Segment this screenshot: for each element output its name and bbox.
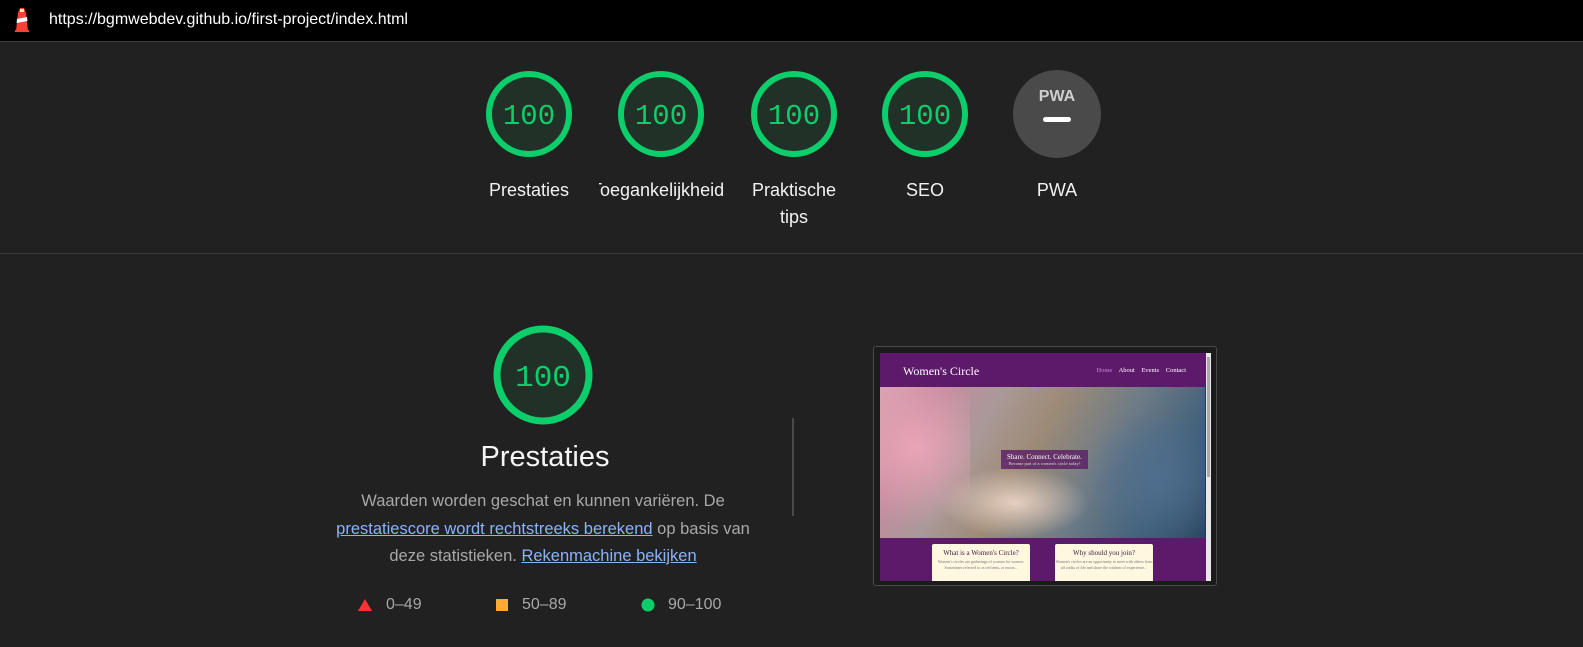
- legend-fail: 0–49: [357, 596, 422, 614]
- category-score: 100: [515, 361, 571, 396]
- page-url-link[interactable]: https://bgmwebdev.github.io/first-projec…: [49, 11, 408, 29]
- hero-caption: Share. Connect. Celebrate. Become part o…: [1001, 450, 1088, 469]
- gauge-score: 100: [503, 100, 555, 133]
- score-legend: 0–49 50–89 90–100: [357, 596, 757, 616]
- score-ring: 100: [751, 71, 837, 157]
- legend-pass: 90–100: [641, 596, 721, 614]
- gauge-label: PWA: [1036, 180, 1078, 200]
- description-text: Waarden worden geschat en kunnen variëre…: [361, 492, 725, 510]
- calculator-link[interactable]: Rekenmachine bekijken: [521, 547, 696, 565]
- gauge-performance[interactable]: 100 Prestaties: [467, 70, 591, 204]
- legend-range: 0–49: [386, 596, 422, 613]
- legend-range: 50–89: [522, 596, 567, 613]
- screenshot-image: Women's Circle Home About Events Contact…: [880, 353, 1211, 581]
- performance-score-gauge: 100: [493, 325, 593, 425]
- gauge-seo[interactable]: 100 SEO: [863, 70, 987, 204]
- score-ring: 100: [618, 71, 704, 157]
- gauge-label: Prestaties: [488, 180, 570, 200]
- screenshot-scrollbar: [1206, 353, 1211, 581]
- gauge-score: 100: [899, 100, 951, 133]
- screenshot-nav-links: Home About Events Contact: [1096, 367, 1186, 374]
- score-calculation-link[interactable]: prestatiescore wordt rechtstreeks bereke…: [336, 520, 652, 538]
- nav-home: Home: [1096, 367, 1113, 374]
- screenshot-nav: Women's Circle Home About Events Contact: [880, 353, 1204, 387]
- gauge-label: SEO: [905, 180, 944, 200]
- gauge-best-practices[interactable]: 100 Praktische tips: [732, 70, 856, 231]
- gauge-label: Toegankelijkheid: [599, 180, 723, 200]
- gauge-label: Praktische tips: [751, 180, 837, 227]
- card-text: Women's circles are gatherings of women …: [937, 559, 1025, 570]
- screenshot-card: What is a Women's Circle? Women's circle…: [932, 544, 1030, 581]
- score-ring: 100: [486, 71, 572, 157]
- square-icon: [496, 599, 508, 611]
- hero-caption-title: Share. Connect. Celebrate.: [1007, 453, 1082, 461]
- screenshot-card: Why should you join? Women's circles are…: [1055, 544, 1153, 581]
- section-divider: [0, 253, 1583, 254]
- screenshot-brand: Women's Circle: [903, 364, 980, 378]
- legend-range: 90–100: [668, 596, 722, 613]
- final-screenshot[interactable]: Women's Circle Home About Events Contact…: [873, 346, 1217, 586]
- lighthouse-icon: [15, 8, 29, 32]
- category-title: Prestaties: [480, 441, 610, 473]
- pwa-badge-text: PWA: [1039, 88, 1076, 105]
- vertical-divider: [792, 418, 794, 516]
- score-ring: 100: [882, 71, 968, 157]
- category-description: Waarden worden geschat en kunnen variëre…: [330, 488, 756, 571]
- gauge-accessibility[interactable]: 100 Toegankelijkheid: [599, 70, 723, 204]
- card-title: Why should you join?: [1072, 549, 1136, 557]
- gauge-score: 100: [635, 100, 687, 133]
- circle-icon: [641, 598, 655, 612]
- triangle-icon: [358, 599, 372, 611]
- gauge-score: 100: [768, 100, 820, 133]
- card-text: Women's circles are an opportunity to me…: [1055, 559, 1153, 570]
- gauge-pwa[interactable]: PWA PWA: [995, 70, 1119, 204]
- screenshot-hero: Share. Connect. Celebrate. Become part o…: [880, 387, 1205, 538]
- hero-caption-sub: Become part of a women's circle today!: [1008, 461, 1081, 466]
- card-title: What is a Women's Circle?: [943, 549, 1019, 557]
- pwa-badge-icon: PWA: [1013, 70, 1101, 158]
- nav-events: Events: [1141, 367, 1160, 374]
- top-bar: https://bgmwebdev.github.io/first-projec…: [0, 0, 1583, 42]
- nav-contact: Contact: [1165, 367, 1186, 374]
- legend-average: 50–89: [495, 596, 567, 614]
- nav-about: About: [1118, 367, 1135, 374]
